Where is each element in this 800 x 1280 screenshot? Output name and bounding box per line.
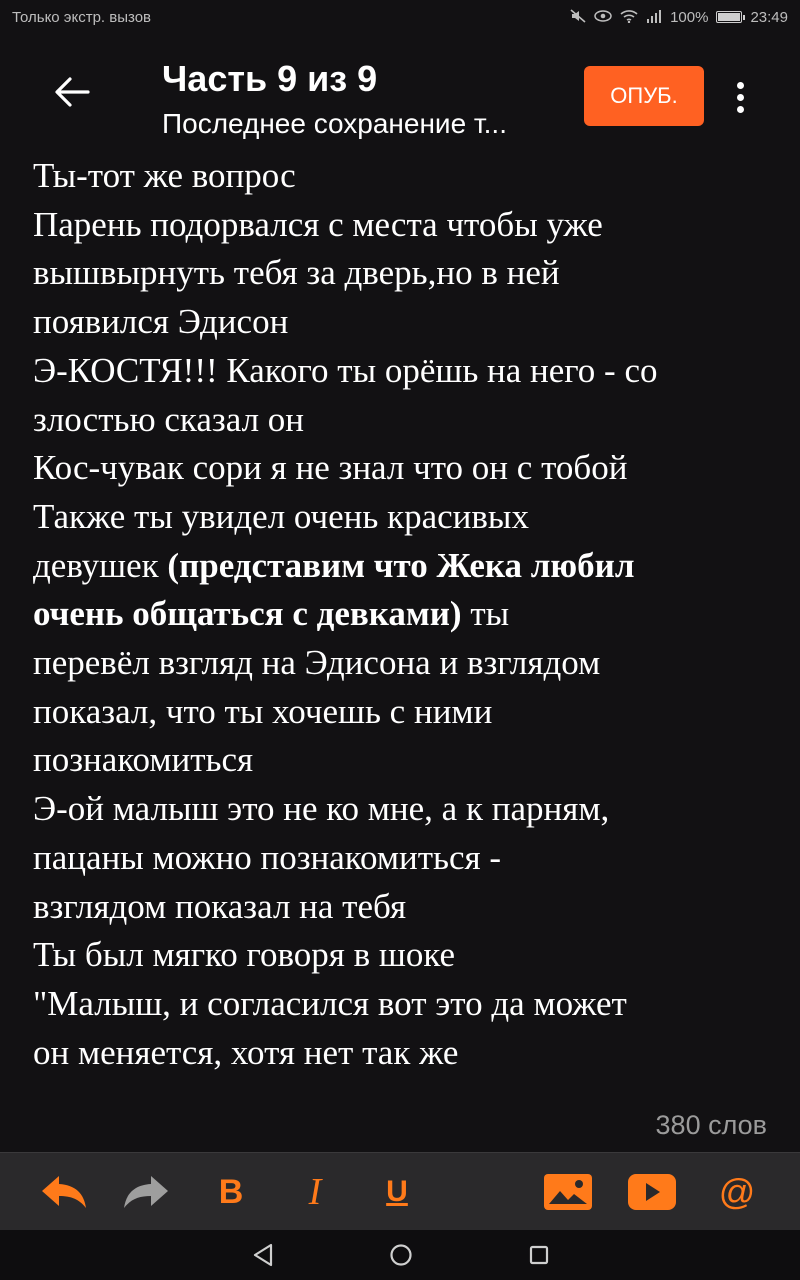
- battery-percent: 100%: [670, 8, 709, 26]
- text-line: он меняется, хотя нет так же: [33, 1032, 459, 1072]
- carrier-text: Только экстр. вызов: [12, 8, 152, 26]
- mute-icon: [570, 8, 586, 26]
- mention-button[interactable]: @: [712, 1167, 762, 1217]
- word-count: 380 слов: [655, 1110, 767, 1140]
- text-line: Также ты увидел очень красивых: [33, 496, 529, 536]
- clock: 23:49: [750, 8, 788, 26]
- text-line: Ты-тот же вопрос: [33, 156, 296, 195]
- text-line: Э-ой малыш это не ко мне, а к парням,: [33, 789, 610, 829]
- text-line: Ты был мягко говоря в шоке: [33, 935, 456, 975]
- page-title: Часть 9 из 9: [162, 58, 378, 99]
- text-line-mixed: девушек (представим что Жека любил: [33, 542, 773, 591]
- text-line: вышвырнуть тебя за дверь,но в ней: [33, 253, 560, 293]
- redo-icon: [124, 1176, 168, 1208]
- bold-button[interactable]: B: [206, 1167, 256, 1217]
- text-line: появился Эдисон: [33, 302, 289, 342]
- insert-video-button[interactable]: [624, 1167, 680, 1217]
- video-icon: [628, 1174, 676, 1210]
- image-icon: [544, 1174, 592, 1210]
- bold-icon: B: [218, 1172, 244, 1211]
- text-line: перевёл взгляд на Эдисона и взглядом: [33, 643, 601, 683]
- arrow-left-icon: [55, 77, 90, 107]
- underline-button[interactable]: U: [372, 1167, 422, 1217]
- text-line: взглядом показал на тебя: [33, 886, 407, 926]
- story-text-editor[interactable]: у Ты-тот же вопрос Парень подорвался с м…: [33, 152, 773, 1096]
- battery-level: [718, 13, 741, 21]
- home-circle-icon: [390, 1244, 412, 1266]
- text-line-mixed: очень общаться с девками) ты: [33, 590, 773, 639]
- more-vert-icon-dot: [736, 93, 744, 101]
- italic-button[interactable]: I: [290, 1167, 340, 1217]
- text-line: злостью сказал он: [33, 399, 305, 439]
- insert-image-button[interactable]: [540, 1167, 596, 1217]
- italic-icon: I: [308, 1171, 322, 1213]
- mention-icon: @: [718, 1171, 756, 1212]
- plain-text: ты: [461, 594, 510, 634]
- status-bar: Только экстр. вызов 100% 23:49: [0, 0, 800, 34]
- status-icons: 100% 23:49: [570, 9, 788, 26]
- text-line: "Малыш, и согласился вот это да может: [33, 983, 627, 1023]
- text-line: Кос-чувак сори я не знал что он с тобой: [33, 448, 628, 488]
- formatting-toolbar: B I U @: [0, 1152, 800, 1231]
- recents-square-icon: [529, 1245, 549, 1265]
- text-line: познакомиться: [33, 740, 254, 780]
- redo-button[interactable]: [118, 1167, 174, 1217]
- text-line: Парень подорвался с места чтобы уже: [33, 204, 603, 244]
- eye-icon: [594, 9, 612, 25]
- system-nav-bar: [0, 1230, 800, 1280]
- back-triangle-icon: [253, 1243, 273, 1267]
- publish-button[interactable]: ОПУБ.: [584, 66, 704, 126]
- bold-text: очень общаться с девками): [33, 594, 462, 634]
- wifi-icon: [620, 9, 638, 26]
- text-line: Э-КОСТЯ!!! Какого ты орёшь на него - со: [33, 350, 658, 390]
- more-vert-icon: [736, 81, 744, 89]
- plain-text: девушек: [33, 545, 168, 585]
- nav-back-button[interactable]: [248, 1240, 278, 1270]
- undo-button[interactable]: [36, 1167, 92, 1217]
- save-status-subtitle: Последнее сохранение т...: [162, 108, 507, 139]
- text-line: показал, что ты хочешь с ними: [33, 691, 493, 731]
- nav-home-button[interactable]: [386, 1240, 416, 1270]
- underline-icon: U: [386, 1175, 408, 1208]
- back-button[interactable]: [44, 64, 100, 120]
- battery-icon: [716, 11, 746, 23]
- bold-text: (представим что Жека любил: [167, 545, 635, 585]
- undo-icon: [42, 1176, 86, 1208]
- more-options-button[interactable]: [720, 72, 760, 122]
- nav-recents-button[interactable]: [524, 1240, 554, 1270]
- more-vert-icon-dot: [736, 105, 744, 113]
- signal-icon: [646, 9, 662, 26]
- top-app-bar: Часть 9 из 9 Последнее сохранение т... О…: [0, 34, 800, 152]
- text-line: пацаны можно познакомиться -: [33, 837, 502, 877]
